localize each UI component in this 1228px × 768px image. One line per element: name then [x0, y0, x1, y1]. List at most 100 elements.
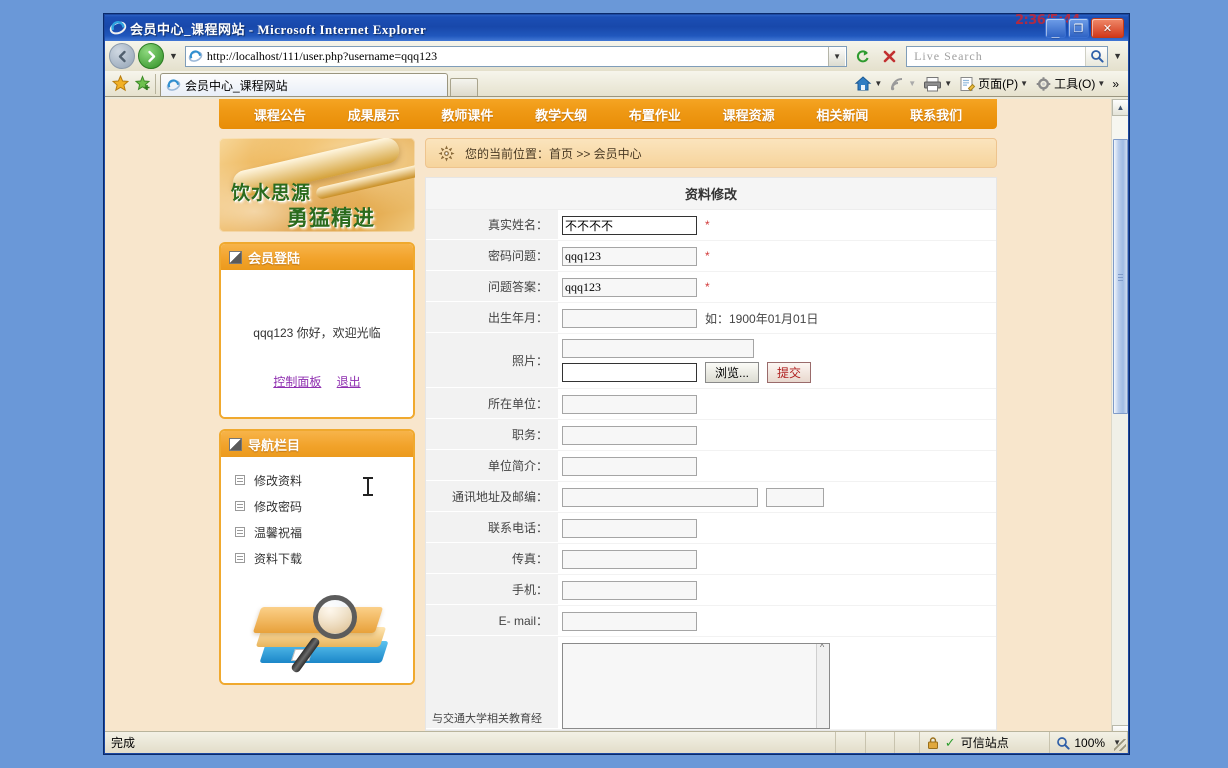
form-title: 资料修改 [426, 178, 996, 210]
minimize-button[interactable]: _ [1045, 18, 1066, 38]
refresh-button[interactable] [850, 44, 874, 68]
tools-menu-button[interactable]: 工具(O) ▼ [1032, 73, 1108, 94]
scrollbar-track[interactable] [1112, 116, 1128, 139]
toolbar-divider [155, 74, 156, 94]
banner-text-line1: 饮水思源 [231, 182, 312, 204]
favorites-star-icon[interactable] [109, 72, 131, 94]
nav-item-2[interactable]: 教师课件 [437, 103, 497, 126]
print-dropdown-icon[interactable]: ▼ [944, 79, 952, 88]
nav-panel-item-1[interactable]: 修改密码 [235, 493, 413, 519]
books-magnifier-image [252, 593, 393, 677]
nav-panel-item-2[interactable]: 温馨祝福 [235, 519, 413, 545]
home-dropdown-icon[interactable]: ▼ [874, 79, 882, 88]
add-to-favorites-icon[interactable] [131, 72, 153, 94]
stop-button[interactable] [877, 44, 901, 68]
fax-input[interactable] [562, 549, 697, 569]
form-row-fax: 传真： [426, 544, 996, 575]
field-label: 问题答案： [426, 272, 558, 302]
form-row-position: 职务： [426, 420, 996, 451]
nav-panel-item-0[interactable]: 修改资料 [235, 467, 413, 493]
member-login-body: qqq123 你好，欢迎光临 控制面板 退出 [221, 270, 413, 417]
page-scrollbar[interactable]: ▲ ▼ [1111, 99, 1128, 742]
address-input[interactable] [562, 487, 758, 507]
main-content-column: 您的当前位置：首页 >> 会员中心 资料修改 真实姓名： 不不不不 * 密码问题… [425, 138, 997, 731]
command-bar: ▼ ▼ ▼ 页面(P) ▼ 工具(O) ▼ » [851, 73, 1124, 96]
mobile-input[interactable] [562, 580, 697, 600]
textarea-scrollbar[interactable] [816, 642, 829, 728]
flag-icon [229, 437, 242, 451]
phone-input[interactable] [562, 518, 697, 538]
search-input[interactable]: Live Search [906, 45, 1109, 67]
nav-item-1[interactable]: 成果展示 [344, 103, 404, 126]
nav-item-6[interactable]: 相关新闻 [812, 103, 872, 126]
submit-button[interactable]: 提交 [767, 362, 812, 383]
birthdate-input[interactable] [562, 308, 697, 328]
education-experience-textarea[interactable] [562, 642, 830, 729]
search-provider-dropdown-icon[interactable]: ▼ [1111, 51, 1124, 61]
address-bar[interactable]: http://localhost/111/user.php?username=q… [184, 45, 848, 67]
logout-link[interactable]: 退出 [337, 375, 361, 389]
nav-panel-item-label: 修改密码 [254, 499, 303, 514]
back-button[interactable] [109, 43, 135, 69]
control-panel-link[interactable]: 控制面板 [273, 375, 321, 389]
password-question-input[interactable]: qqq123 [562, 246, 697, 266]
page-favicon-icon [188, 49, 203, 64]
history-dropdown-icon[interactable]: ▼ [167, 51, 180, 61]
list-bullet-icon [235, 501, 245, 511]
tools-menu-dropdown-icon[interactable]: ▼ [1097, 79, 1105, 88]
print-button[interactable]: ▼ [920, 74, 955, 94]
close-button[interactable]: ✕ [1091, 18, 1124, 38]
site-top-navigation: 课程公告 成果展示 教师课件 教学大纲 布置作业 课程资源 相关新闻 联系我们 [219, 99, 997, 129]
page-menu-button[interactable]: 页面(P) ▼ [956, 73, 1031, 94]
org-intro-input[interactable] [562, 456, 697, 476]
nav-item-5[interactable]: 课程资源 [719, 103, 779, 126]
password-answer-input[interactable]: qqq123 [562, 277, 697, 297]
form-row-org-intro: 单位简介： [426, 451, 996, 482]
field-label: 真实姓名： [426, 210, 558, 240]
home-button[interactable]: ▼ [851, 73, 885, 94]
window-controls: _ ❐ ✕ [1045, 18, 1126, 38]
browse-button[interactable]: 浏览... [705, 362, 760, 383]
window-title-bar: 会员中心_课程网站 - Microsoft Internet Explorer … [105, 13, 1128, 41]
restore-button[interactable]: ❐ [1068, 18, 1089, 38]
security-zone-indicator[interactable]: ✓ 可信站点 [920, 732, 1051, 753]
field-label: 密码问题： [426, 241, 558, 271]
photo-file-input[interactable] [562, 363, 697, 382]
nav-item-3[interactable]: 教学大纲 [531, 103, 591, 126]
form-row-realname: 真实姓名： 不不不不 * [426, 210, 996, 241]
email-input[interactable] [562, 611, 697, 631]
resize-grip[interactable] [1114, 739, 1126, 751]
realname-input[interactable]: 不不不不 [562, 215, 697, 235]
command-overflow-button[interactable]: » [1109, 75, 1122, 93]
nav-item-7[interactable]: 联系我们 [906, 103, 966, 126]
feeds-button[interactable]: ▼ [886, 74, 919, 94]
field-label: 通讯地址及邮编： [426, 482, 558, 512]
nav-item-4[interactable]: 布置作业 [625, 103, 685, 126]
form-row-organization: 所在单位： [426, 389, 996, 420]
scroll-up-button[interactable]: ▲ [1112, 99, 1128, 116]
flag-icon [229, 250, 242, 264]
page-menu-dropdown-icon[interactable]: ▼ [1020, 79, 1028, 88]
member-login-title: 会员登陆 [248, 250, 301, 266]
form-row-photo: 照片： 浏览... 提交 [426, 334, 996, 389]
status-message: 完成 [105, 732, 837, 753]
postcode-input[interactable] [766, 487, 824, 507]
list-bullet-icon [235, 527, 245, 537]
browser-tab[interactable]: 会员中心_课程网站 [160, 73, 448, 96]
organization-input[interactable] [562, 394, 697, 414]
field-label: 与交通大学相关教育经 [426, 637, 558, 729]
login-links: 控制面板 退出 [221, 373, 413, 390]
address-dropdown-icon[interactable]: ▼ [828, 46, 846, 66]
position-input[interactable] [562, 425, 697, 445]
new-tab-button[interactable] [450, 78, 478, 96]
scrollbar-thumb[interactable] [1113, 139, 1128, 414]
field-label: E- mail： [426, 606, 558, 636]
nav-panel-item-label: 资料下载 [254, 551, 303, 566]
nav-panel-item-3[interactable]: 资料下载 [235, 545, 413, 571]
search-icon[interactable] [1085, 46, 1108, 66]
nav-item-0[interactable]: 课程公告 [250, 103, 310, 126]
forward-button[interactable] [138, 43, 164, 69]
field-label: 出生年月： [426, 303, 558, 333]
address-bar-url: http://localhost/111/user.php?username=q… [206, 48, 438, 63]
form-row-mobile: 手机： [426, 575, 996, 606]
